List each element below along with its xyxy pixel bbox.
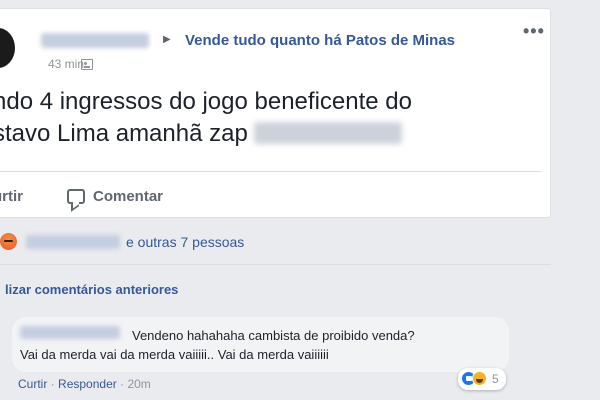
comment-button[interactable]: Comentar bbox=[67, 188, 163, 205]
post-card: ▶ Vende tudo quanto há Patos de Minas 43… bbox=[0, 8, 551, 218]
reaction-count: 5 bbox=[492, 372, 499, 386]
triangle-right-icon: ▶ bbox=[163, 34, 171, 45]
angry-reaction-icon bbox=[0, 233, 17, 250]
group-privacy-icon bbox=[81, 59, 93, 70]
phone-number-redacted bbox=[253, 122, 402, 144]
divider bbox=[0, 171, 541, 172]
commenter-name-redacted[interactable] bbox=[20, 326, 120, 339]
comment-text-line-2: Vai da merda vai da merda vaiiiii.. Vai … bbox=[20, 347, 329, 362]
post-text-line-2: stavo Lima amanhã zap bbox=[0, 118, 412, 150]
haha-reaction-icon bbox=[472, 371, 487, 386]
comment-like-link[interactable]: Curtir bbox=[18, 377, 47, 391]
group-link[interactable]: Vende tudo quanto há Patos de Minas bbox=[185, 32, 455, 49]
divider bbox=[0, 264, 551, 265]
separator: · bbox=[120, 377, 125, 391]
comment-text-line-1: Vendeno hahahaha cambista de proibido ve… bbox=[132, 328, 415, 343]
more-options-icon[interactable]: ••• bbox=[523, 21, 545, 42]
comment-actions: Curtir · Responder · 20m bbox=[18, 377, 151, 391]
reactions-summary[interactable]: e outras 7 pessoas bbox=[0, 230, 551, 254]
author-name-redacted[interactable] bbox=[41, 33, 149, 48]
comment-timestamp[interactable]: 20m bbox=[127, 377, 150, 391]
author-avatar[interactable] bbox=[0, 28, 15, 68]
separator: · bbox=[50, 377, 55, 391]
reactor-name-redacted[interactable] bbox=[26, 235, 120, 249]
post-timestamp[interactable]: 43 min bbox=[48, 57, 84, 71]
post-text-line-1: ndo 4 ingressos do jogo beneficente do bbox=[0, 88, 412, 115]
comment-bubble: Vendeno hahahaha cambista de proibido ve… bbox=[12, 317, 509, 372]
comment-reply-link[interactable]: Responder bbox=[58, 377, 117, 391]
comment-button-label: Comentar bbox=[93, 188, 164, 205]
like-button[interactable]: urtir bbox=[0, 188, 23, 205]
view-previous-comments-link[interactable]: lizar comentários anteriores bbox=[5, 282, 178, 297]
comment-bubble-icon bbox=[67, 189, 85, 204]
reactions-others-link[interactable]: e outras 7 pessoas bbox=[126, 234, 244, 250]
comment-reaction-count[interactable]: 5 bbox=[458, 368, 506, 390]
post-text: ndo 4 ingressos do jogo beneficente do s… bbox=[0, 86, 412, 150]
post-text-line-2-content: stavo Lima amanhã zap bbox=[0, 120, 248, 147]
